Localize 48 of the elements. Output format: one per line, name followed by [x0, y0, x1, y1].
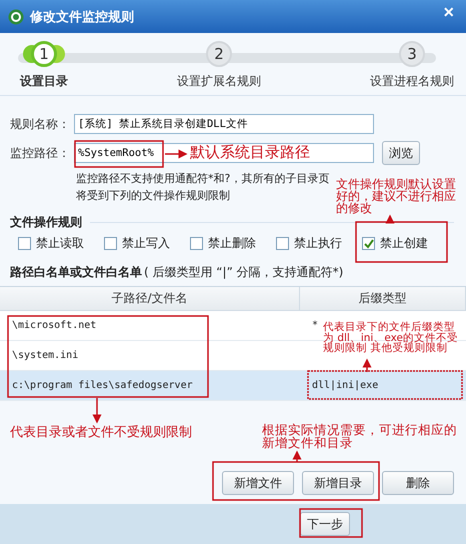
- annotation-note: 默认系统目录路径: [190, 145, 311, 160]
- annotation-arrow: [386, 214, 394, 224]
- checkbox-label: 禁止读取: [36, 235, 84, 252]
- column-header: 子路径/文件名: [0, 287, 300, 310]
- checkbox-label: 禁止创建: [380, 235, 428, 252]
- action-button[interactable]: 新增目录: [302, 471, 374, 495]
- window-title: 修改文件监控规则: [30, 8, 135, 26]
- field-label: 规则名称：: [10, 116, 68, 132]
- annotation-note: 代表目录或者文件不受规则限制: [10, 426, 193, 439]
- table-cell[interactable]: \system.ini: [12, 350, 78, 361]
- section-title: 文件操作规则: [10, 214, 82, 231]
- step-number: 2: [206, 41, 232, 67]
- annotation-frame: [299, 508, 363, 538]
- column-header: 后缀类型: [300, 287, 466, 310]
- rule-checkbox[interactable]: 禁止写入: [104, 235, 170, 252]
- rule-checkbox[interactable]: 禁止读取: [18, 235, 84, 252]
- table-cell: *: [312, 320, 318, 331]
- field-label: 监控路径：: [10, 144, 68, 162]
- rule-checkbox[interactable]: 禁止创建: [362, 235, 428, 252]
- annotation-arrow: [92, 398, 102, 424]
- help-text: 监控路径不支持使用通配符*和?，其所有的子目录页将受到下列的文件操作规则限制: [76, 171, 330, 204]
- section-hint: ( 后缀类型用 “|” 分隔，支持通配符*): [144, 264, 344, 281]
- close-button[interactable]: ×: [439, 2, 458, 23]
- step-label: 设置扩展名规则: [177, 73, 261, 90]
- annotation-note: 文件操作规则默认设置好的，建议不进行相应的修改: [336, 178, 457, 214]
- step-label: 设置目录: [20, 73, 68, 90]
- rule-name-field[interactable]: [系统] 禁止系统目录创建DLL文件: [74, 114, 374, 134]
- browse-button[interactable]: 浏览: [382, 141, 420, 165]
- annotation-arrow: [165, 150, 188, 158]
- table-cell[interactable]: c:\program files\safedogserver: [12, 380, 193, 391]
- step-number: 3: [399, 41, 425, 67]
- rule-checkbox[interactable]: 禁止执行: [276, 235, 342, 252]
- annotation-note: 根据实际情况需要，可进行相应的新增文件和目录: [262, 424, 458, 449]
- annotation-arrow: [292, 450, 302, 462]
- action-button[interactable]: 删除: [382, 471, 454, 495]
- checkbox-label: 禁止写入: [122, 235, 170, 252]
- table-cell[interactable]: \microsoft.net: [12, 320, 96, 331]
- step-label: 设置进程名规则: [370, 73, 454, 90]
- rule-checkbox[interactable]: 禁止删除: [190, 235, 256, 252]
- table-cell: dll|ini|exe: [312, 380, 378, 391]
- annotation-arrow: [362, 358, 372, 372]
- checkbox-label: 禁止执行: [294, 235, 342, 252]
- checkbox-label: 禁止删除: [208, 235, 256, 252]
- annotation-note: 代表目录下的文件后缀类型为 dll、ini、exe的文件不受规则限制 其他受规则限制: [323, 322, 459, 354]
- section-title: 路径白名单或文件白名单: [10, 264, 142, 281]
- action-button[interactable]: 新增文件: [222, 471, 294, 495]
- next-button[interactable]: 下一步: [300, 512, 350, 536]
- selected-row-highlight[interactable]: c:\program files\safedogserver dll|ini|exe: [0, 371, 466, 401]
